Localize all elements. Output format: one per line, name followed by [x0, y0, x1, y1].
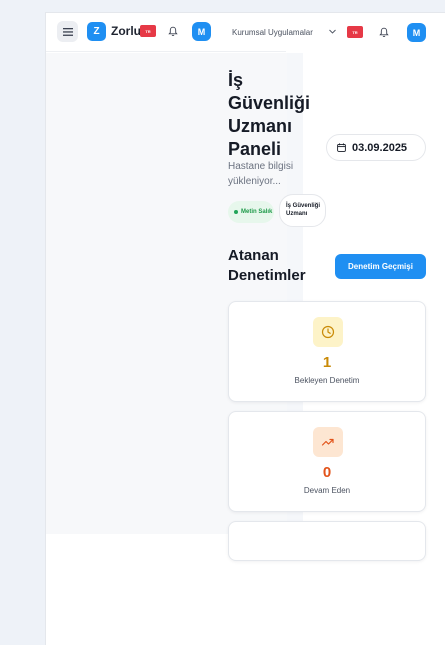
trending-up-icon — [313, 427, 343, 457]
notifications-bell-icon[interactable] — [377, 25, 391, 39]
calendar-icon — [337, 143, 346, 152]
user-badge: Metin Salık — [228, 201, 274, 223]
top-bar: Z Zorlu TR M Kurumsal Uygulamalar TR M — [46, 13, 445, 52]
hamburger-icon — [62, 27, 73, 36]
logo-text[interactable]: Zorlu — [111, 24, 141, 38]
language-flag-button-secondary[interactable]: TR — [347, 26, 363, 38]
inspection-history-button[interactable]: Denetim Geçmişi — [335, 254, 426, 279]
corporate-apps-menu[interactable]: Kurumsal Uygulamalar — [232, 28, 313, 37]
page-title: İş Güvenliği Uzmanı Paneli — [228, 70, 311, 159]
stat-card-pending[interactable]: 1 Bekleyen Denetim — [228, 301, 426, 402]
date-text: 03.09.2025 — [352, 141, 408, 154]
logo-mark[interactable]: Z — [87, 22, 106, 41]
clock-icon — [313, 317, 343, 347]
hospital-status-text: Hastane bilgisi yükleniyor... — [228, 161, 294, 187]
section-title: Atanan Denetimler — [228, 247, 306, 284]
stat-label: Bekleyen Denetim — [294, 376, 360, 385]
date-display: 03.09.2025 — [326, 134, 426, 161]
stat-label: Devam Eden — [303, 486, 351, 495]
user-avatar-secondary[interactable]: M — [407, 23, 426, 42]
stat-value: 1 — [322, 354, 332, 371]
role-name: İş Güvenliği Uzmanı — [286, 203, 321, 217]
stat-card-partial[interactable] — [228, 521, 426, 561]
chevron-down-icon[interactable] — [328, 27, 337, 36]
bell-icon[interactable] — [166, 24, 180, 38]
stat-card-in-progress[interactable]: 0 Devam Eden — [228, 411, 426, 512]
user-avatar[interactable]: M — [192, 22, 211, 41]
menu-toggle-button[interactable] — [57, 21, 78, 42]
role-badge: İş Güvenliği Uzmanı — [279, 194, 326, 227]
app-window: Z Zorlu TR M Kurumsal Uygulamalar TR M İ… — [45, 12, 445, 645]
status-dot-icon — [234, 210, 238, 214]
user-name: Metin Salık — [241, 208, 273, 215]
stat-value: 0 — [322, 464, 332, 481]
language-flag-button[interactable]: TR — [140, 25, 156, 37]
